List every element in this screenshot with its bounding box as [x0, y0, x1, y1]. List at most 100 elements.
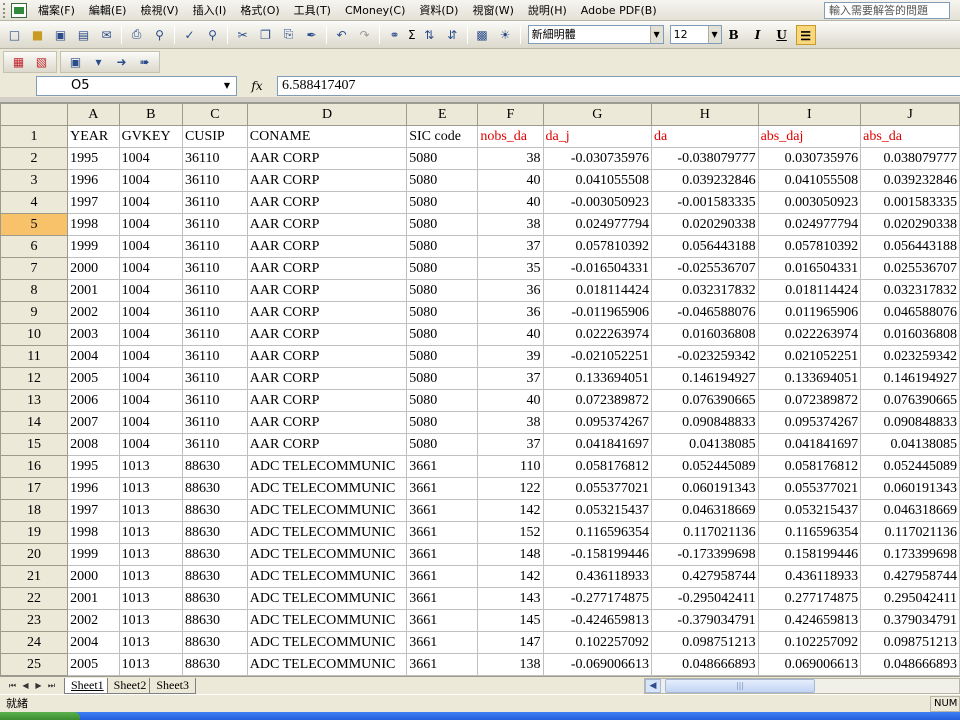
- table-cell[interactable]: 0.024977794: [542, 213, 653, 236]
- table-cell[interactable]: 0.072389872: [542, 389, 653, 412]
- table-cell[interactable]: AAR CORP: [246, 257, 408, 280]
- table-cell[interactable]: 2002: [67, 609, 120, 632]
- table-cell[interactable]: 1013: [118, 609, 184, 632]
- table-cell[interactable]: AAR CORP: [246, 433, 408, 456]
- table-cell[interactable]: 0.424659813: [757, 609, 862, 632]
- table-cell[interactable]: 5080: [406, 257, 479, 280]
- align-left-button[interactable]: ☰: [795, 24, 816, 45]
- spelling-icon[interactable]: ✓: [179, 24, 200, 45]
- print-preview-icon[interactable]: ⚲: [149, 24, 170, 45]
- table-cell[interactable]: 0.018114424: [757, 279, 862, 302]
- row-header[interactable]: 15: [0, 433, 69, 456]
- table-cell[interactable]: 1004: [118, 257, 184, 280]
- table-cell[interactable]: 40: [477, 389, 544, 412]
- cut-icon[interactable]: ✂: [232, 24, 253, 45]
- table-cell[interactable]: 1013: [118, 521, 184, 544]
- table-cell[interactable]: 0.011965906: [757, 301, 862, 324]
- table-cell[interactable]: 36110: [182, 411, 248, 434]
- table-cell[interactable]: 1997: [67, 499, 120, 522]
- row-header[interactable]: 18: [0, 499, 69, 522]
- column-header-a[interactable]: A: [67, 103, 120, 126]
- table-cell[interactable]: 0.056443188: [860, 235, 960, 258]
- table-cell[interactable]: 5080: [406, 433, 479, 456]
- table-cell[interactable]: 0.076390665: [651, 389, 759, 412]
- table-cell[interactable]: 35: [477, 257, 544, 280]
- table-cell[interactable]: 0.098751213: [860, 631, 960, 654]
- menu-data[interactable]: 資料(D): [412, 1, 465, 20]
- row-header[interactable]: 25: [0, 653, 69, 676]
- table-cell[interactable]: 2002: [67, 301, 120, 324]
- table-cell[interactable]: 0.020290338: [651, 213, 759, 236]
- row-header[interactable]: 11: [0, 345, 69, 368]
- column-header-f[interactable]: F: [477, 103, 544, 126]
- table-cell[interactable]: 2001: [67, 587, 120, 610]
- table-cell[interactable]: 138: [477, 653, 544, 676]
- table-cell[interactable]: 5080: [406, 301, 479, 324]
- menu-insert[interactable]: 插入(I): [186, 1, 234, 20]
- table-cell[interactable]: 1999: [67, 543, 120, 566]
- table-cell[interactable]: 0.048666893: [860, 653, 960, 676]
- table-cell[interactable]: 145: [477, 609, 544, 632]
- double-arrow-icon[interactable]: ➠: [134, 52, 155, 73]
- row-header[interactable]: 4: [0, 191, 69, 214]
- table-cell[interactable]: 0.052445089: [651, 455, 759, 478]
- table-cell[interactable]: 2006: [67, 389, 120, 412]
- column-title-cell[interactable]: SIC code: [406, 125, 479, 148]
- table-cell[interactable]: 110: [477, 455, 544, 478]
- table-cell[interactable]: 0.095374267: [757, 411, 862, 434]
- column-header-h[interactable]: H: [651, 103, 759, 126]
- table-cell[interactable]: 0.069006613: [757, 653, 862, 676]
- table-cell[interactable]: 88630: [182, 631, 248, 654]
- table-cell[interactable]: 1013: [118, 587, 184, 610]
- table-cell[interactable]: 2003: [67, 323, 120, 346]
- table-cell[interactable]: 1997: [67, 191, 120, 214]
- italic-button[interactable]: I: [748, 25, 768, 45]
- table-cell[interactable]: 1013: [118, 653, 184, 676]
- table-cell[interactable]: 1004: [118, 213, 184, 236]
- table-cell[interactable]: 0.053215437: [542, 499, 653, 522]
- table-cell[interactable]: 38: [477, 411, 544, 434]
- table-cell[interactable]: 0.04138085: [860, 433, 960, 456]
- chart-wizard-icon[interactable]: ▩: [472, 24, 493, 45]
- table-cell[interactable]: 5080: [406, 367, 479, 390]
- table-cell[interactable]: ADC TELECOMMUNIC: [246, 521, 408, 544]
- table-cell[interactable]: -0.016504331: [542, 257, 653, 280]
- table-cell[interactable]: 1004: [118, 433, 184, 456]
- table-cell[interactable]: 2007: [67, 411, 120, 434]
- table-cell[interactable]: -0.379034791: [651, 609, 759, 632]
- table-cell[interactable]: 0.04138085: [651, 433, 759, 456]
- table-cell[interactable]: AAR CORP: [246, 345, 408, 368]
- save-icon[interactable]: ▣: [50, 24, 71, 45]
- table-cell[interactable]: 0.436118933: [542, 565, 653, 588]
- table-cell[interactable]: 38: [477, 213, 544, 236]
- drawing-icon[interactable]: ☀: [495, 24, 516, 45]
- column-header-i[interactable]: I: [757, 103, 862, 126]
- table-cell[interactable]: 2000: [67, 257, 120, 280]
- table-cell[interactable]: 36110: [182, 433, 248, 456]
- table-cell[interactable]: 36110: [182, 345, 248, 368]
- table-cell[interactable]: -0.277174875: [542, 587, 653, 610]
- table-cell[interactable]: 3661: [406, 543, 479, 566]
- table-cell[interactable]: 36110: [182, 323, 248, 346]
- column-header-g[interactable]: G: [542, 103, 653, 126]
- table-cell[interactable]: 36110: [182, 235, 248, 258]
- table-cell[interactable]: 3661: [406, 631, 479, 654]
- table-cell[interactable]: AAR CORP: [246, 367, 408, 390]
- sheet-tab-sheet1[interactable]: Sheet1: [64, 677, 111, 694]
- table-cell[interactable]: ADC TELECOMMUNIC: [246, 631, 408, 654]
- table-cell[interactable]: 1998: [67, 213, 120, 236]
- table-cell[interactable]: 147: [477, 631, 544, 654]
- table-cell[interactable]: AAR CORP: [246, 191, 408, 214]
- table-cell[interactable]: ADC TELECOMMUNIC: [246, 609, 408, 632]
- table-cell[interactable]: 36110: [182, 213, 248, 236]
- table-cell[interactable]: 3661: [406, 521, 479, 544]
- table-cell[interactable]: 36: [477, 279, 544, 302]
- convert-to-pdf-icon[interactable]: ▦: [8, 52, 29, 73]
- table-cell[interactable]: 36110: [182, 367, 248, 390]
- table-cell[interactable]: 3661: [406, 609, 479, 632]
- column-title-cell[interactable]: GVKEY: [118, 125, 184, 148]
- column-title-cell[interactable]: abs_da: [860, 125, 960, 148]
- arrow-right-icon[interactable]: ➜: [111, 52, 132, 73]
- row-header[interactable]: 12: [0, 367, 69, 390]
- table-cell[interactable]: 88630: [182, 565, 248, 588]
